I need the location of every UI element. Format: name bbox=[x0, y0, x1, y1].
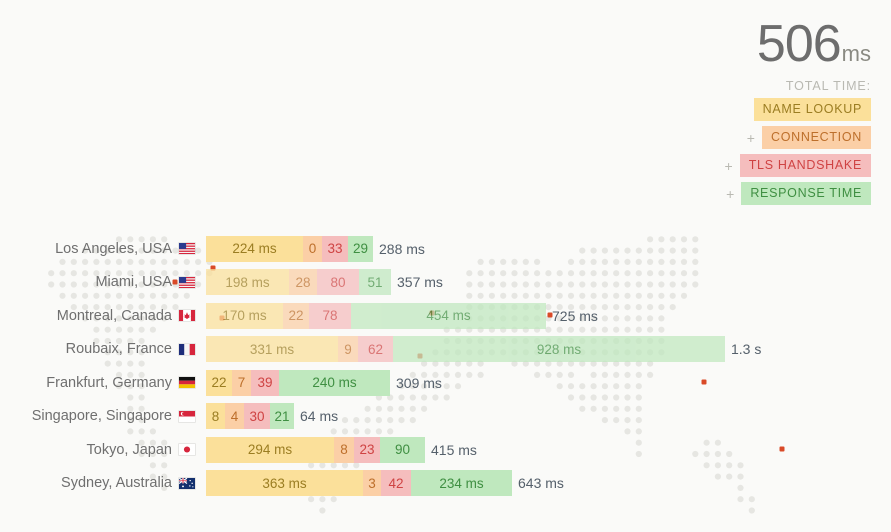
row-total-label: 64 ms bbox=[300, 408, 339, 425]
total-time-unit: ms bbox=[841, 41, 871, 66]
bar-segment-tls[interactable]: 30 bbox=[244, 403, 270, 430]
bar-segment-resp[interactable]: 454 ms bbox=[351, 302, 546, 329]
legend-item-name-lookup: NAME LOOKUP bbox=[725, 98, 871, 121]
row-total-label: 643 ms bbox=[518, 475, 564, 492]
row-location-label: Tokyo, Japan bbox=[86, 441, 172, 458]
bar-segment-resp[interactable]: 234 ms bbox=[411, 470, 512, 497]
bar-segment-dns[interactable]: 224 ms bbox=[206, 235, 303, 262]
bar-segment-resp[interactable]: 21 bbox=[270, 403, 294, 430]
bar-segment-resp[interactable]: 29 bbox=[348, 235, 373, 262]
bar-segment-conn[interactable]: 3 bbox=[363, 470, 381, 497]
bar-segment-tls[interactable]: 80 bbox=[317, 269, 359, 296]
legend-item-connection: + CONNECTION bbox=[725, 126, 871, 149]
row-location-label: Montreal, Canada bbox=[56, 307, 172, 324]
bar-segment-tls[interactable]: 62 bbox=[358, 336, 393, 363]
latency-row[interactable]: Miami, USA 198 ms 28 80 51 357 ms bbox=[0, 266, 761, 300]
bar-segment-tls[interactable]: 23 bbox=[354, 436, 380, 463]
latency-row[interactable]: Roubaix, France 331 ms 9 62 928 ms 1.3 s bbox=[0, 333, 761, 367]
row-total-label: 357 ms bbox=[397, 274, 443, 291]
row-location-label: Los Angeles, USA bbox=[55, 240, 172, 257]
flag-japan-icon bbox=[178, 443, 196, 457]
latency-row[interactable]: Tokyo, Japan 294 ms 8 23 90 415 ms bbox=[0, 433, 761, 467]
legend-chip-label: TLS HANDSHAKE bbox=[739, 154, 871, 177]
legend-plus-sign: + bbox=[746, 129, 755, 146]
summary-panel: 506ms TOTAL TIME: NAME LOOKUP + CONNECTION… bbox=[725, 18, 871, 205]
flag-germany-icon bbox=[178, 376, 196, 390]
bar-segment-resp[interactable]: 51 bbox=[359, 269, 391, 296]
bar-segment-dns[interactable]: 198 ms bbox=[206, 269, 289, 296]
legend-plus-sign: + bbox=[726, 185, 735, 202]
latency-bar[interactable]: 170 ms 22 78 454 ms bbox=[206, 302, 546, 329]
latency-bar[interactable]: 331 ms 9 62 928 ms bbox=[206, 336, 725, 363]
legend-plus-sign: + bbox=[724, 157, 733, 174]
bar-segment-conn[interactable]: 28 bbox=[289, 269, 317, 296]
row-location-label: Frankfurt, Germany bbox=[46, 374, 172, 391]
bar-segment-conn[interactable]: 8 bbox=[334, 436, 354, 463]
latency-row[interactable]: Singapore, Singapore 8 4 30 21 64 ms bbox=[0, 400, 761, 434]
bar-segment-conn[interactable]: 4 bbox=[225, 403, 244, 430]
latency-bar[interactable]: 22 7 39 240 ms bbox=[206, 369, 390, 396]
bar-segment-dns[interactable]: 363 ms bbox=[206, 470, 363, 497]
bar-segment-tls[interactable]: 42 bbox=[381, 470, 411, 497]
bar-segment-tls[interactable]: 78 bbox=[309, 302, 351, 329]
flag-usa-icon bbox=[178, 275, 196, 289]
bar-segment-dns[interactable]: 170 ms bbox=[206, 302, 283, 329]
bar-segment-tls[interactable]: 39 bbox=[251, 369, 279, 396]
bar-segment-resp[interactable]: 90 bbox=[380, 436, 425, 463]
latency-row[interactable]: Frankfurt, Germany 22 7 39 240 ms 309 ms bbox=[0, 366, 761, 400]
row-location-label: Miami, USA bbox=[95, 274, 172, 291]
bar-segment-dns[interactable]: 8 bbox=[206, 403, 225, 430]
total-time-value: 506 bbox=[756, 15, 842, 73]
marker-sydney bbox=[779, 446, 785, 452]
legend-item-response-time: + RESPONSE TIME bbox=[725, 182, 871, 205]
latency-rows: Los Angeles, USA 224 ms 0 33 29 288 ms Miami, … bbox=[0, 232, 761, 500]
flag-singapore-icon bbox=[178, 409, 196, 423]
bar-segment-dns[interactable]: 331 ms bbox=[206, 336, 338, 363]
bar-segment-resp[interactable]: 928 ms bbox=[393, 336, 725, 363]
latency-bar[interactable]: 198 ms 28 80 51 bbox=[206, 269, 391, 296]
legend-chip-label: RESPONSE TIME bbox=[741, 182, 871, 205]
bar-segment-tls[interactable]: 33 bbox=[322, 235, 348, 262]
total-time-label: TOTAL TIME: bbox=[785, 79, 871, 93]
row-total-label: 288 ms bbox=[379, 240, 425, 257]
bar-segment-dns[interactable]: 294 ms bbox=[206, 436, 334, 463]
row-total-label: 309 ms bbox=[396, 374, 442, 391]
flag-australia-icon bbox=[178, 476, 196, 490]
bar-segment-conn[interactable]: 9 bbox=[338, 336, 358, 363]
row-location-label: Sydney, Australia bbox=[61, 475, 172, 492]
latency-row[interactable]: Sydney, Australia 363 ms 3 42 234 ms 643 ms bbox=[0, 467, 761, 501]
latency-row[interactable]: Montreal, Canada 170 ms 22 78 454 ms 725 ms bbox=[0, 299, 761, 333]
legend-chip-label: NAME LOOKUP bbox=[753, 98, 871, 121]
flag-canada-icon bbox=[178, 309, 196, 323]
legend-item-tls-handshake: + TLS HANDSHAKE bbox=[725, 154, 871, 177]
row-total-label: 1.3 s bbox=[731, 341, 762, 358]
bar-segment-dns[interactable]: 22 bbox=[206, 369, 232, 396]
bar-segment-conn[interactable]: 0 bbox=[303, 235, 322, 262]
flag-usa-icon bbox=[178, 242, 196, 256]
latency-bar[interactable]: 294 ms 8 23 90 bbox=[206, 436, 425, 463]
row-location-label: Roubaix, France bbox=[65, 341, 172, 358]
latency-bar[interactable]: 363 ms 3 42 234 ms bbox=[206, 470, 512, 497]
latency-row[interactable]: Los Angeles, USA 224 ms 0 33 29 288 ms bbox=[0, 232, 761, 266]
legend: NAME LOOKUP + CONNECTION + TLS HANDSHAKE + RES… bbox=[725, 98, 871, 205]
row-location-label: Singapore, Singapore bbox=[31, 408, 172, 425]
latency-dashboard: 506ms TOTAL TIME: NAME LOOKUP + CONNECTION… bbox=[0, 0, 891, 532]
row-total-label: 725 ms bbox=[552, 307, 598, 324]
legend-chip-label: CONNECTION bbox=[761, 126, 871, 149]
latency-bar[interactable]: 224 ms 0 33 29 bbox=[206, 235, 373, 262]
bar-segment-conn[interactable]: 22 bbox=[283, 302, 309, 329]
bar-segment-resp[interactable]: 240 ms bbox=[279, 369, 390, 396]
row-total-label: 415 ms bbox=[431, 441, 477, 458]
bar-segment-conn[interactable]: 7 bbox=[232, 369, 251, 396]
total-time-readout: 506ms bbox=[725, 18, 871, 70]
flag-france-icon bbox=[178, 342, 196, 356]
latency-bar[interactable]: 8 4 30 21 bbox=[206, 403, 294, 430]
